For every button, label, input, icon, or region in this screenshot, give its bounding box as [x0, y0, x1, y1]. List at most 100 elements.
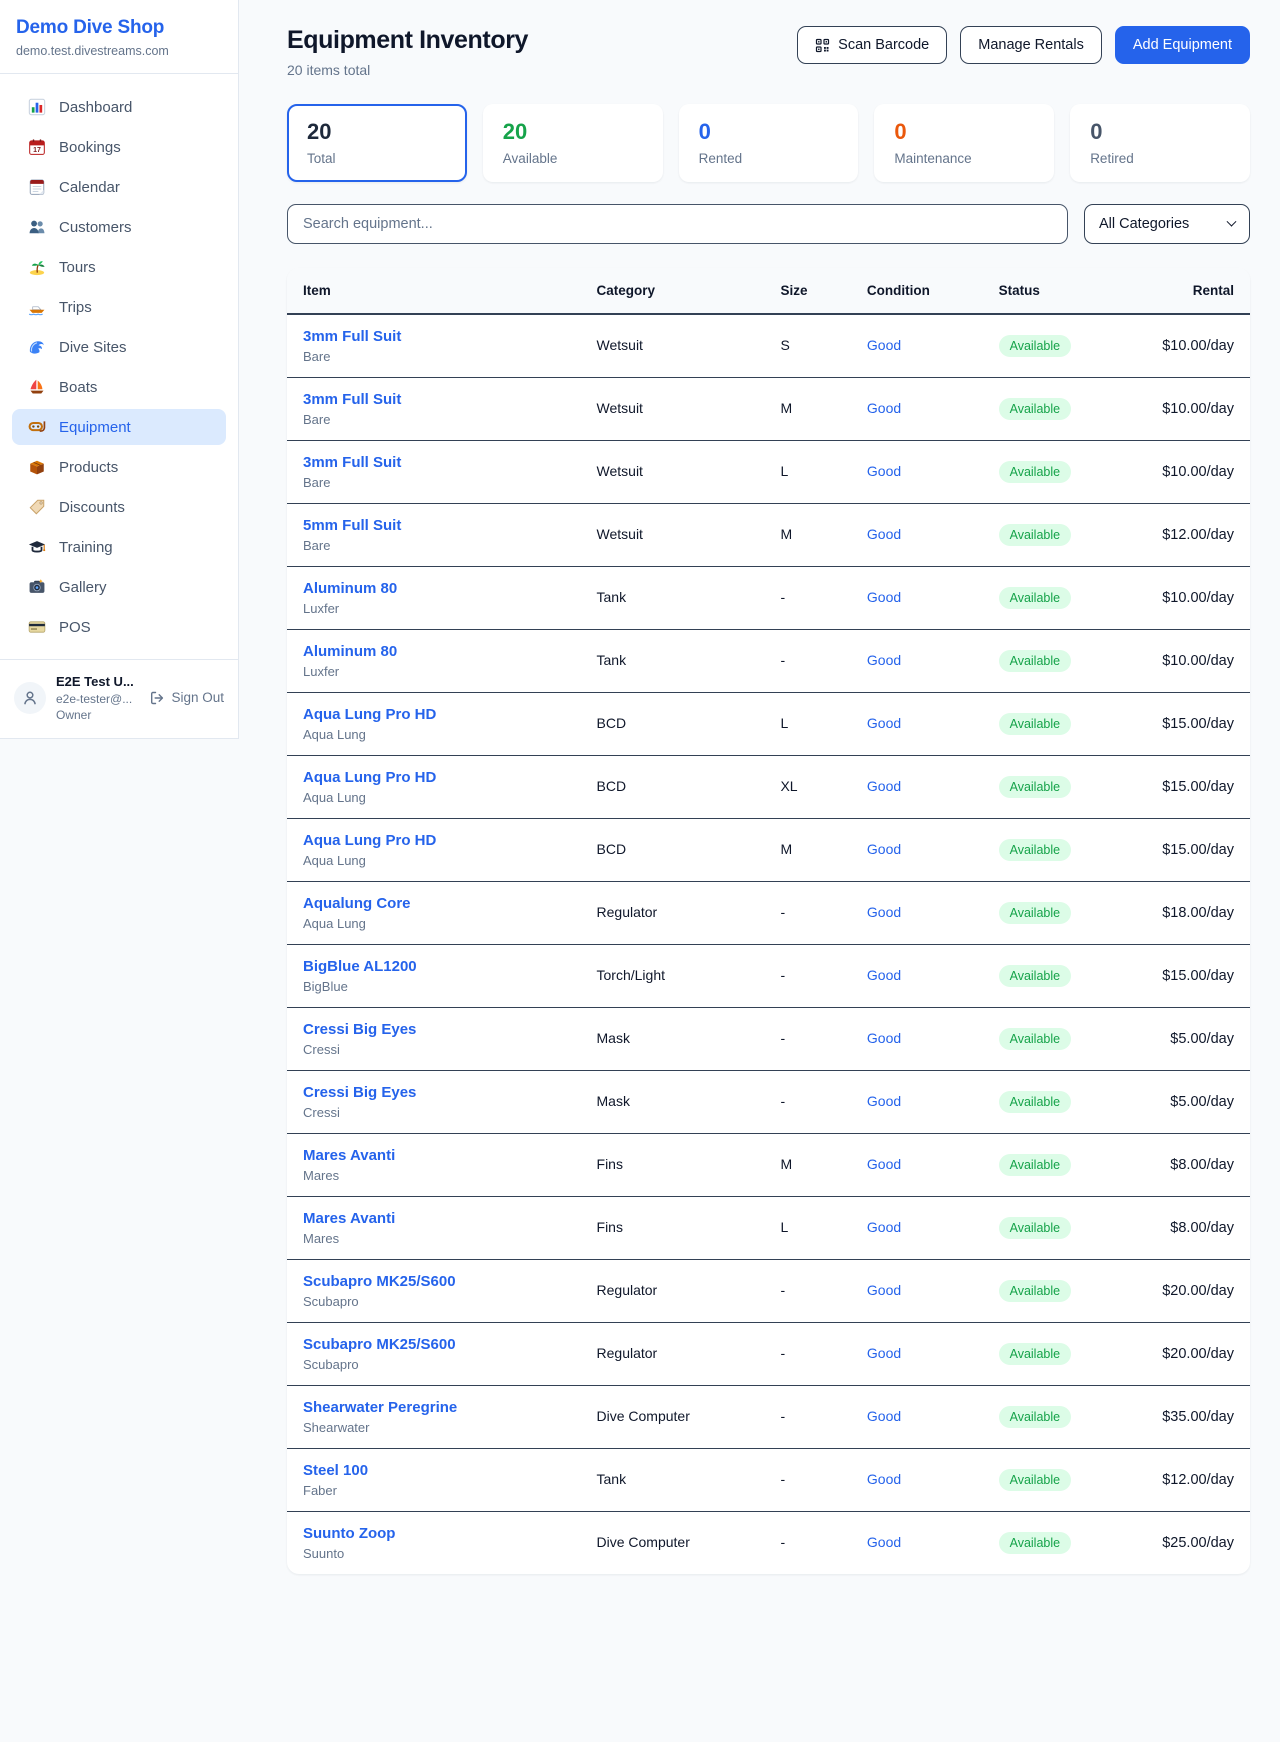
item-condition-link[interactable]: Good — [867, 778, 901, 794]
item-name-link[interactable]: 3mm Full Suit — [303, 328, 565, 345]
user-info: E2E Test U... e2e-tester@... Owner — [56, 673, 134, 723]
item-name-link[interactable]: Suunto Zoop — [303, 1525, 565, 1542]
sidebar-item-gallery[interactable]: Gallery — [12, 569, 226, 605]
table-row[interactable]: Scubapro MK25/S600 Scubapro Regulator - … — [287, 1260, 1250, 1323]
table-row[interactable]: Mares Avanti Mares Fins L Good Available… — [287, 1197, 1250, 1260]
sidebar-item-equipment[interactable]: Equipment — [12, 409, 226, 445]
sidebar-item-dashboard[interactable]: Dashboard — [12, 89, 226, 125]
stats-row: 20 Total 20 Available 0 Rented 0 Mainten… — [287, 104, 1250, 182]
table-row[interactable]: 3mm Full Suit Bare Wetsuit M Good Availa… — [287, 378, 1250, 441]
table-row[interactable]: Aluminum 80 Luxfer Tank - Good Available… — [287, 567, 1250, 630]
item-name-link[interactable]: Cressi Big Eyes — [303, 1021, 565, 1038]
sign-out-button[interactable]: Sign Out — [149, 690, 224, 706]
table-row[interactable]: Aqualung Core Aqua Lung Regulator - Good… — [287, 882, 1250, 945]
item-condition-link[interactable]: Good — [867, 1282, 901, 1298]
stat-card-retired[interactable]: 0 Retired — [1070, 104, 1250, 182]
item-category: BCD — [597, 715, 627, 731]
item-condition-link[interactable]: Good — [867, 1471, 901, 1487]
table-row[interactable]: Cressi Big Eyes Cressi Mask - Good Avail… — [287, 1008, 1250, 1071]
table-header-row: Item Category Size Condition Status Rent… — [287, 268, 1250, 314]
table-row[interactable]: Scubapro MK25/S600 Scubapro Regulator - … — [287, 1323, 1250, 1386]
sidebar-item-dive-sites[interactable]: Dive Sites — [12, 329, 226, 365]
stat-value: 20 — [307, 119, 447, 145]
shop-domain: demo.test.divestreams.com — [16, 44, 222, 58]
item-condition-link[interactable]: Good — [867, 526, 901, 542]
item-condition-link[interactable]: Good — [867, 652, 901, 668]
item-condition-link[interactable]: Good — [867, 400, 901, 416]
item-condition-link[interactable]: Good — [867, 1030, 901, 1046]
category-select[interactable]: All Categories — [1084, 204, 1250, 244]
table-row[interactable]: Shearwater Peregrine Shearwater Dive Com… — [287, 1386, 1250, 1449]
sidebar-item-bookings[interactable]: 17 Bookings — [12, 129, 226, 165]
item-condition-link[interactable]: Good — [867, 337, 901, 353]
sidebar-item-trips[interactable]: Trips — [12, 289, 226, 325]
manage-rentals-button[interactable]: Manage Rentals — [960, 26, 1102, 64]
table-row[interactable]: Mares Avanti Mares Fins M Good Available… — [287, 1134, 1250, 1197]
item-name-link[interactable]: Aqualung Core — [303, 895, 565, 912]
item-size: - — [780, 1282, 785, 1298]
item-name-link[interactable]: Mares Avanti — [303, 1210, 565, 1227]
sidebar-item-training[interactable]: Training — [12, 529, 226, 565]
item-name-link[interactable]: Shearwater Peregrine — [303, 1399, 565, 1416]
item-name-link[interactable]: Cressi Big Eyes — [303, 1084, 565, 1101]
item-condition-link[interactable]: Good — [867, 1345, 901, 1361]
sidebar-item-label: Customers — [59, 219, 132, 236]
item-name-link[interactable]: Aqua Lung Pro HD — [303, 769, 565, 786]
item-name-link[interactable]: 3mm Full Suit — [303, 454, 565, 471]
sidebar-item-tours[interactable]: Tours — [12, 249, 226, 285]
table-row[interactable]: BigBlue AL1200 BigBlue Torch/Light - Goo… — [287, 945, 1250, 1008]
item-name-link[interactable]: Scubapro MK25/S600 — [303, 1273, 565, 1290]
item-name-link[interactable]: Aqua Lung Pro HD — [303, 832, 565, 849]
item-name-link[interactable]: 3mm Full Suit — [303, 391, 565, 408]
item-condition-link[interactable]: Good — [867, 1219, 901, 1235]
item-name-link[interactable]: Mares Avanti — [303, 1147, 565, 1164]
item-condition-link[interactable]: Good — [867, 463, 901, 479]
products-icon — [28, 458, 46, 476]
sidebar-item-boats[interactable]: Boats — [12, 369, 226, 405]
stat-card-total[interactable]: 20 Total — [287, 104, 467, 182]
table-row[interactable]: 3mm Full Suit Bare Wetsuit L Good Availa… — [287, 441, 1250, 504]
item-condition-link[interactable]: Good — [867, 1093, 901, 1109]
table-row[interactable]: Aluminum 80 Luxfer Tank - Good Available… — [287, 630, 1250, 693]
item-name-link[interactable]: 5mm Full Suit — [303, 517, 565, 534]
item-name-link[interactable]: Aluminum 80 — [303, 580, 565, 597]
item-condition-link[interactable]: Good — [867, 967, 901, 983]
table-row[interactable]: Aqua Lung Pro HD Aqua Lung BCD M Good Av… — [287, 819, 1250, 882]
table-row[interactable]: Suunto Zoop Suunto Dive Computer - Good … — [287, 1512, 1250, 1575]
sidebar-item-products[interactable]: Products — [12, 449, 226, 485]
search-input[interactable] — [287, 204, 1068, 244]
item-rental-rate: $5.00/day — [1127, 1071, 1250, 1134]
table-row[interactable]: Aqua Lung Pro HD Aqua Lung BCD L Good Av… — [287, 693, 1250, 756]
item-rental-rate: $8.00/day — [1127, 1197, 1250, 1260]
item-name-link[interactable]: Steel 100 — [303, 1462, 565, 1479]
stat-card-available[interactable]: 20 Available — [483, 104, 663, 182]
table-row[interactable]: Steel 100 Faber Tank - Good Available $1… — [287, 1449, 1250, 1512]
item-size: - — [780, 1030, 785, 1046]
item-rental-rate: $5.00/day — [1127, 1008, 1250, 1071]
sidebar-item-pos[interactable]: POS — [12, 609, 226, 645]
item-condition-link[interactable]: Good — [867, 841, 901, 857]
sidebar-item-calendar[interactable]: Calendar — [12, 169, 226, 205]
item-condition-link[interactable]: Good — [867, 1534, 901, 1550]
item-name-link[interactable]: Aluminum 80 — [303, 643, 565, 660]
sidebar-item-customers[interactable]: Customers — [12, 209, 226, 245]
stat-card-maintenance[interactable]: 0 Maintenance — [874, 104, 1054, 182]
add-equipment-button[interactable]: Add Equipment — [1115, 26, 1250, 64]
item-condition-link[interactable]: Good — [867, 589, 901, 605]
item-category: Wetsuit — [597, 463, 643, 479]
item-name-link[interactable]: Aqua Lung Pro HD — [303, 706, 565, 723]
scan-barcode-button[interactable]: Scan Barcode — [797, 26, 947, 64]
item-condition-link[interactable]: Good — [867, 1156, 901, 1172]
stat-card-rented[interactable]: 0 Rented — [679, 104, 859, 182]
table-row[interactable]: 5mm Full Suit Bare Wetsuit M Good Availa… — [287, 504, 1250, 567]
table-row[interactable]: Cressi Big Eyes Cressi Mask - Good Avail… — [287, 1071, 1250, 1134]
table-row[interactable]: 3mm Full Suit Bare Wetsuit S Good Availa… — [287, 314, 1250, 378]
item-condition-link[interactable]: Good — [867, 904, 901, 920]
item-condition-link[interactable]: Good — [867, 715, 901, 731]
item-name-link[interactable]: BigBlue AL1200 — [303, 958, 565, 975]
item-name-link[interactable]: Scubapro MK25/S600 — [303, 1336, 565, 1353]
item-condition-link[interactable]: Good — [867, 1408, 901, 1424]
table-row[interactable]: Aqua Lung Pro HD Aqua Lung BCD XL Good A… — [287, 756, 1250, 819]
item-rental-rate: $10.00/day — [1127, 314, 1250, 378]
sidebar-item-discounts[interactable]: Discounts — [12, 489, 226, 525]
